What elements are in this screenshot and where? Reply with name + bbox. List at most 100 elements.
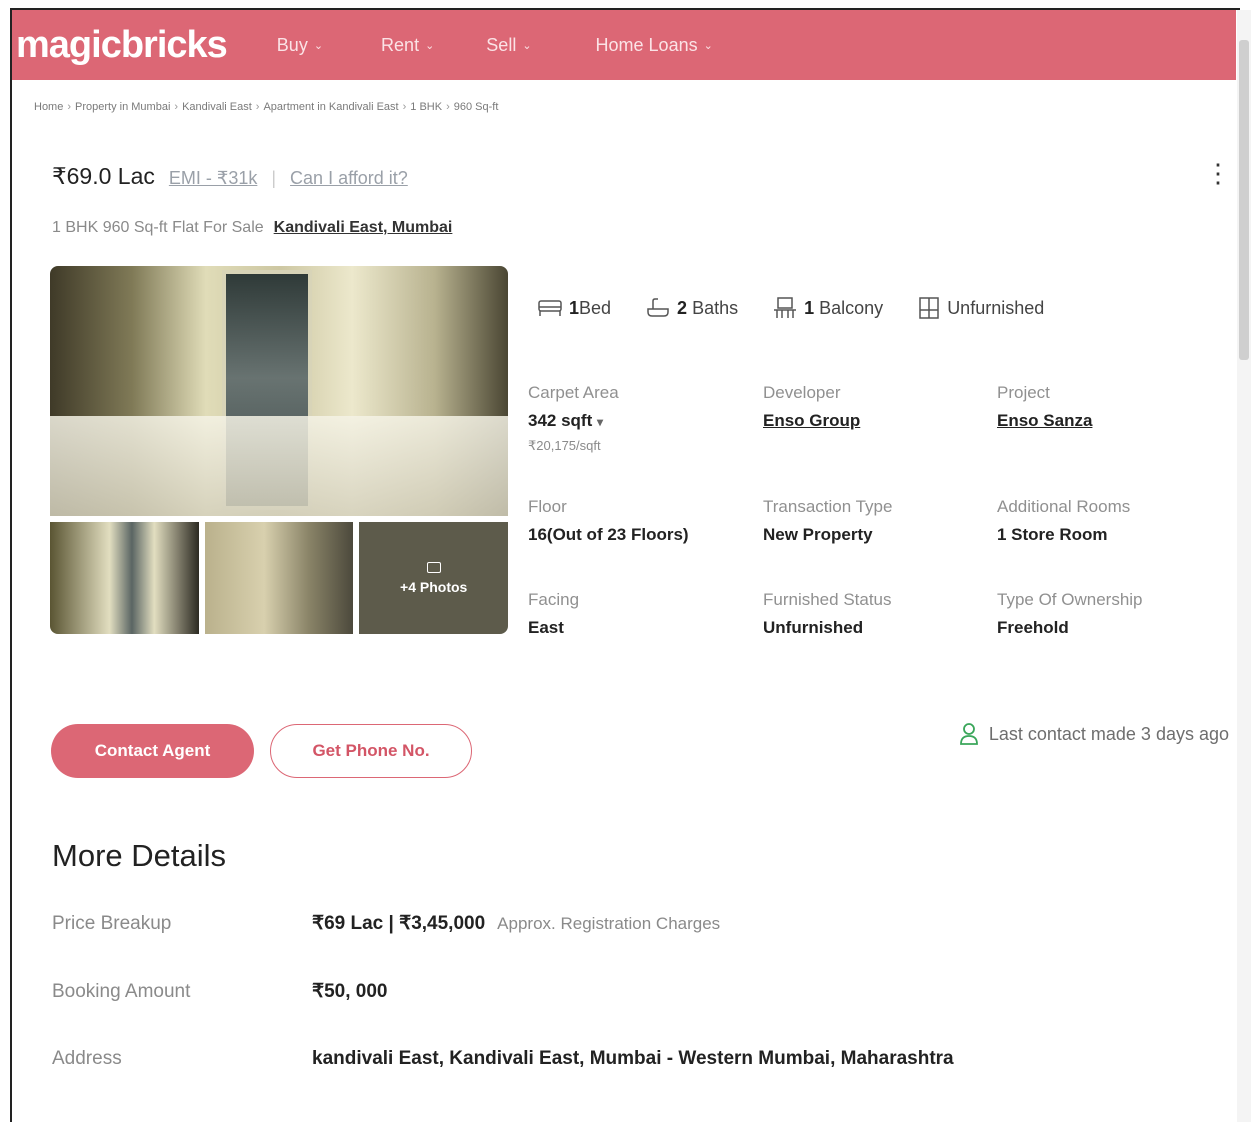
floor-label: Floor [528,497,567,516]
counter-graphic [50,416,508,516]
furnished-status-value: Unfurnished [763,618,864,637]
more-details-heading: More Details [52,838,226,873]
additional-rooms-value: 1 Store Room [997,525,1108,544]
ownership-value: Freehold [997,618,1069,637]
nav-buy[interactable]: Buy ⌄ [277,35,323,56]
top-navigation: magicbricks Buy ⌄ Rent ⌄ Sell ⌄ Home Loa… [12,10,1236,80]
breadcrumb-bhk[interactable]: 1 BHK [410,101,442,113]
amenity-bath: 2 Baths [645,296,738,320]
gallery-icon [426,561,441,573]
bath-label: Baths [692,297,739,318]
carpet-area-text: 342 sqft [528,411,593,430]
contact-agent-button[interactable]: Contact Agent [51,724,254,778]
more-photos-thumbnail[interactable]: +4 Photos [359,522,508,634]
more-photos-label: +4 Photos [400,578,468,595]
bed-count: 1 [569,297,580,318]
furnishing-label: Unfurnished [947,297,1045,318]
nav-buy-label: Buy [276,34,308,55]
transaction-type-label: Transaction Type [763,497,893,516]
detail-price-breakup: Price Breakup ₹69 Lac | ₹3,45,000 Approx… [52,912,1202,935]
detail-booking-amount: Booking Amount ₹50, 000 [52,980,1202,1003]
chevron-down-icon: ⌄ [522,39,532,52]
scrollbar-thumb[interactable] [1239,40,1249,360]
amenities-row: 1Bed 2 Baths 1 Balcony Unfurnished [537,296,1044,320]
fact-floor: Floor 16(Out of 23 Floors) [528,497,758,545]
fact-ownership: Type Of Ownership Freehold [997,590,1227,638]
thumbnail-photo[interactable] [50,522,199,634]
last-contact-info: Last contact made 3 days ago [959,722,1229,746]
facing-label: Facing [528,590,580,609]
price-breakup-value: ₹69 Lac | ₹3,45,000 [312,913,486,934]
thumbnail-photo[interactable] [204,522,354,634]
emi-link[interactable]: EMI - ₹31k [169,168,257,189]
project-label: Project [997,383,1050,402]
amenity-bed: 1Bed [537,296,611,320]
bed-label: Bed [579,297,612,318]
furniture-icon [919,297,939,319]
fact-developer: Developer Enso Group [763,383,993,431]
breadcrumb: Home › Property in Mumbai › Kandivali Ea… [34,101,498,113]
nav-sell[interactable]: Sell ⌄ [486,35,531,56]
listing-price: ₹69.0 Lac [52,163,155,189]
main-photo[interactable] [50,266,508,516]
ownership-label: Type Of Ownership [997,590,1143,609]
booking-amount-label: Booking Amount [52,981,191,1002]
furnished-status-label: Furnished Status [763,590,892,609]
carpet-area-label: Carpet Area [528,383,619,402]
listing-title: 1 BHK 960 Sq-ft Flat For Sale [52,219,264,236]
nav-sell-label: Sell [486,34,517,55]
chevron-down-icon: ▾ [596,415,604,429]
bath-icon [647,298,669,317]
nav-rent[interactable]: Rent ⌄ [381,35,434,56]
user-icon [959,723,978,745]
nav-home-loans-label: Home Loans [595,34,698,55]
location-link[interactable]: Kandivali East, Mumbai [274,219,453,237]
project-link[interactable]: Enso Sanza [997,411,1227,431]
breadcrumb-size: 960 Sq-ft [453,101,499,113]
detail-address: Address kandivali East, Kandivali East, … [52,1048,1202,1070]
breadcrumb-separator: › [255,101,260,113]
fact-project: Project Enso Sanza [997,383,1227,431]
amenity-furnishing: Unfurnished [917,296,1044,320]
fact-transaction-type: Transaction Type New Property [763,497,993,545]
chevron-down-icon: ⌄ [313,39,324,52]
carpet-area-value[interactable]: 342 sqft ▾ [528,411,758,431]
chevron-down-icon: ⌄ [425,39,435,52]
additional-rooms-label: Additional Rooms [997,497,1131,516]
address-label: Address [52,1048,122,1069]
price-breakup-label: Price Breakup [52,913,172,934]
nav-home-loans[interactable]: Home Loans ⌄ [596,35,713,56]
chevron-down-icon: ⌄ [703,39,713,52]
breadcrumb-separator: › [67,101,72,113]
afford-link[interactable]: Can I afford it? [290,168,408,189]
more-options-icon[interactable]: ⋮ [1205,160,1231,186]
breadcrumb-apartment[interactable]: Apartment in Kandivali East [263,101,398,113]
breadcrumb-separator: › [446,101,450,113]
breadcrumb-separator: › [402,101,407,113]
address-value: kandivali East, Kandivali East, Mumbai -… [312,1048,954,1069]
get-phone-button[interactable]: Get Phone No. [270,724,472,778]
developer-link[interactable]: Enso Group [763,411,993,431]
magicbricks-logo[interactable]: magicbricks [16,26,228,64]
price-row: ₹69.0 Lac EMI - ₹31k | Can I afford it? [52,163,408,190]
last-contact-text: Last contact made 3 days ago [988,723,1229,744]
balcony-count: 1 [804,297,815,318]
transaction-type-value: New Property [763,525,873,544]
fact-carpet-area: Carpet Area 342 sqft ▾ ₹20,175/sqft [528,383,758,454]
price-per-sqft: ₹20,175/sqft [528,438,601,453]
breadcrumb-property-mumbai[interactable]: Property in Mumbai [75,101,170,113]
breadcrumb-separator: › [174,101,179,113]
facing-value: East [528,618,564,637]
vertical-scrollbar[interactable] [1237,10,1251,1122]
balcony-icon [774,297,797,318]
breadcrumb-kandivali-east[interactable]: Kandivali East [182,101,252,113]
listing-subtitle: 1 BHK 960 Sq-ft Flat For Sale Kandivali … [52,219,452,237]
amenity-balcony: 1 Balcony [772,296,883,320]
booking-amount-value: ₹50, 000 [312,981,388,1002]
balcony-label: Balcony [819,297,884,318]
developer-label: Developer [763,383,841,402]
fact-furnished-status: Furnished Status Unfurnished [763,590,993,638]
breadcrumb-home[interactable]: Home [34,101,63,113]
registration-note: Approx. Registration Charges [497,914,721,933]
photo-gallery: +4 Photos [50,266,508,634]
